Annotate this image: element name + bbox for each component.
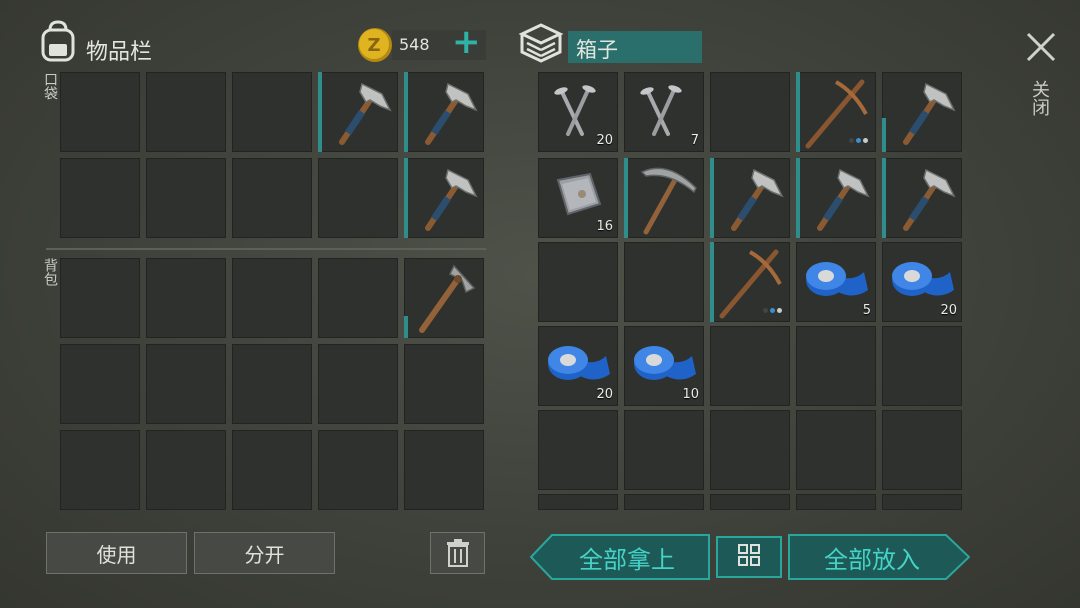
sort-button[interactable] — [716, 536, 782, 578]
box-slot[interactable] — [624, 410, 704, 490]
item-quantity: 7 — [690, 133, 699, 148]
put-all-button[interactable]: 全部放入 — [788, 534, 970, 580]
box-slot[interactable] — [882, 326, 962, 406]
hammer-icon — [903, 82, 956, 145]
pickaxe-icon — [640, 167, 697, 235]
coin-icon: Z — [356, 26, 394, 64]
inventory-slot[interactable] — [146, 158, 226, 238]
box-slot[interactable] — [538, 494, 618, 510]
box-slot[interactable] — [624, 242, 704, 322]
inventory-slot[interactable] — [60, 158, 140, 238]
box-slot[interactable] — [882, 494, 962, 510]
box-slot-wood-pick[interactable] — [710, 242, 790, 322]
box-slot[interactable] — [796, 494, 876, 510]
hammer-icon — [903, 168, 956, 231]
item-quantity: 16 — [596, 219, 613, 234]
hammer-icon — [339, 82, 392, 145]
inventory-slot[interactable] — [60, 344, 140, 424]
inventory-slot[interactable] — [232, 158, 312, 238]
box-slot[interactable] — [882, 410, 962, 490]
take-all-button[interactable]: 全部拿上 — [530, 534, 710, 580]
inventory-slot[interactable] — [318, 158, 398, 238]
box-slot-hammer[interactable] — [710, 158, 790, 238]
box-slot[interactable] — [796, 410, 876, 490]
item-quantity: 20 — [596, 387, 613, 402]
split-button[interactable]: 分开 — [194, 532, 335, 574]
box-slot[interactable] — [538, 410, 618, 490]
inventory-title: 物品栏 — [86, 40, 153, 65]
box-slot[interactable] — [710, 410, 790, 490]
inventory-slot[interactable] — [232, 344, 312, 424]
inventory-slot[interactable] — [146, 430, 226, 510]
close-icon — [1026, 32, 1056, 62]
backpack-section-label: 背包 — [42, 258, 58, 286]
inventory-slot-hammer[interactable] — [404, 158, 484, 238]
box-title: 箱子 — [576, 38, 618, 62]
inventory-slot[interactable] — [60, 258, 140, 338]
inventory-slot[interactable] — [60, 72, 140, 152]
inventory-slot[interactable] — [232, 72, 312, 152]
close-label: 关闭 — [1029, 80, 1050, 116]
box-slot-tape[interactable]: 5 — [796, 242, 876, 322]
item-quantity: 20 — [596, 133, 613, 148]
take-all-label: 全部拿上 — [579, 545, 675, 574]
put-all-label: 全部放入 — [824, 545, 920, 574]
divider — [46, 248, 486, 250]
box-slot-wood-pick[interactable] — [796, 72, 876, 152]
item-dots — [849, 138, 868, 143]
inventory-slot[interactable] — [60, 430, 140, 510]
box-slot[interactable] — [538, 242, 618, 322]
box-slot-metal-plate[interactable]: 16 — [538, 158, 618, 238]
box-slot[interactable] — [624, 494, 704, 510]
inventory-slot[interactable] — [232, 258, 312, 338]
hammer-icon — [817, 168, 870, 231]
box-slot-tape[interactable]: 10 — [624, 326, 704, 406]
box-slot[interactable] — [710, 72, 790, 152]
backpack-icon — [38, 20, 78, 64]
inventory-slot[interactable] — [318, 344, 398, 424]
box-icon — [518, 22, 564, 64]
trash-icon — [446, 539, 469, 567]
inventory-slot[interactable] — [146, 72, 226, 152]
box-slot-nails[interactable]: 20 — [538, 72, 618, 152]
inventory-slot[interactable] — [232, 430, 312, 510]
svg-text:Z: Z — [367, 35, 380, 56]
inventory-slot[interactable] — [404, 430, 484, 510]
inventory-slot-hammer[interactable] — [404, 72, 484, 152]
grid-sort-icon — [738, 544, 760, 566]
box-slot[interactable] — [710, 326, 790, 406]
box-slot-tape[interactable]: 20 — [538, 326, 618, 406]
item-quantity: 20 — [940, 303, 957, 318]
box-slot[interactable] — [796, 326, 876, 406]
box-slot-hammer[interactable] — [796, 158, 876, 238]
box-slot-tape[interactable]: 20 — [882, 242, 962, 322]
hammer-icon — [425, 82, 478, 145]
hammer-icon — [425, 168, 478, 231]
pocket-section-label: 口袋 — [42, 72, 58, 100]
box-slot-pickaxe[interactable] — [624, 158, 704, 238]
box-slot-hammer[interactable] — [882, 158, 962, 238]
currency-amount: 548 — [399, 35, 430, 54]
trash-button[interactable] — [430, 532, 485, 574]
close-button[interactable] — [1024, 30, 1058, 64]
add-currency-button[interactable]: + — [452, 22, 481, 62]
inventory-slot[interactable] — [318, 258, 398, 338]
inventory-slot[interactable] — [318, 430, 398, 510]
inventory-slot-stone-pick[interactable] — [404, 258, 484, 338]
box-slot-nails[interactable]: 7 — [624, 72, 704, 152]
stone-pickaxe-icon — [419, 264, 476, 333]
hammer-icon — [731, 168, 784, 231]
inventory-slot-hammer[interactable] — [318, 72, 398, 152]
inventory-slot[interactable] — [146, 344, 226, 424]
item-dots — [763, 308, 782, 313]
box-slot[interactable] — [710, 494, 790, 510]
box-slot-hammer[interactable] — [882, 72, 962, 152]
inventory-slot[interactable] — [146, 258, 226, 338]
inventory-slot[interactable] — [404, 344, 484, 424]
item-quantity: 5 — [862, 303, 871, 318]
item-quantity: 10 — [682, 387, 699, 402]
use-button[interactable]: 使用 — [46, 532, 187, 574]
